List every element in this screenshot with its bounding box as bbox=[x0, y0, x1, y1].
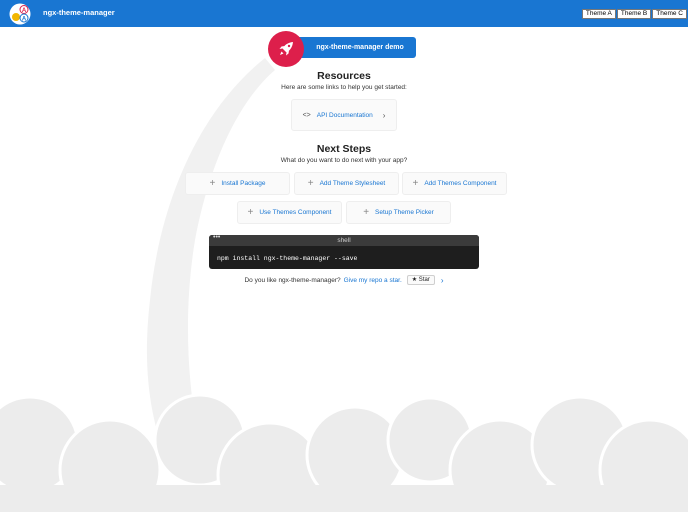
setup-theme-picker-label: Setup Theme Picker bbox=[375, 209, 434, 216]
api-documentation-card[interactable]: <> API Documentation › bbox=[291, 99, 397, 131]
theme-b-button[interactable]: Theme B bbox=[616, 9, 652, 19]
star-prompt-text: Do you like ngx-theme-manager? bbox=[244, 276, 341, 284]
rocket-badge bbox=[268, 31, 304, 67]
install-package-label: Install Package bbox=[221, 180, 266, 187]
next-steps-subtitle: What do you want to do next with your ap… bbox=[280, 157, 408, 164]
next-steps-title: Next Steps bbox=[316, 143, 372, 155]
terminal: ••• shell npm install ngx-theme-manager … bbox=[209, 235, 479, 269]
chevron-right-icon: › bbox=[382, 110, 386, 120]
plus-icon: + bbox=[307, 177, 314, 189]
give-star-link[interactable]: Give my repo a star. bbox=[344, 277, 402, 284]
app-logo-icon: A A bbox=[9, 3, 31, 25]
chevron-right-icon: › bbox=[440, 275, 444, 285]
plus-icon: + bbox=[209, 177, 216, 189]
plus-icon: + bbox=[412, 177, 419, 189]
theme-c-button[interactable]: Theme C bbox=[652, 9, 687, 19]
rocket-icon bbox=[279, 42, 293, 56]
plus-icon: + bbox=[247, 206, 254, 218]
add-theme-stylesheet-label: Add Theme Stylesheet bbox=[319, 180, 386, 187]
add-themes-component-label: Add Themes Component bbox=[424, 180, 497, 187]
theme-switcher: Theme A Theme B Theme C bbox=[581, 9, 687, 19]
terminal-title: shell bbox=[337, 237, 351, 244]
use-themes-component-label: Use Themes Component bbox=[259, 209, 332, 216]
api-documentation-label: API Documentation bbox=[316, 111, 373, 119]
toolbar: A A ngx-theme-manager Theme A Theme B Th… bbox=[0, 0, 688, 27]
code-icon: <> bbox=[302, 111, 311, 119]
use-themes-component-card[interactable]: + Use Themes Component bbox=[237, 201, 342, 224]
app-title: ngx-theme-manager bbox=[43, 8, 115, 17]
resources-title: Resources bbox=[317, 70, 371, 82]
star-prompt: Do you like ngx-theme-manager? Give my r… bbox=[0, 275, 688, 285]
install-package-card[interactable]: + Install Package bbox=[185, 172, 290, 195]
theme-a-button[interactable]: Theme A bbox=[581, 9, 616, 19]
terminal-title-bar: ••• shell bbox=[209, 235, 479, 246]
terminal-command: npm install ngx-theme-manager --save bbox=[217, 255, 358, 262]
svg-text:A: A bbox=[22, 16, 27, 22]
svg-text:A: A bbox=[22, 8, 27, 14]
add-themes-component-card[interactable]: + Add Themes Component bbox=[402, 172, 507, 195]
add-theme-stylesheet-card[interactable]: + Add Theme Stylesheet bbox=[294, 172, 399, 195]
setup-theme-picker-card[interactable]: + Setup Theme Picker bbox=[346, 201, 451, 224]
resources-subtitle: Here are some links to help you get star… bbox=[281, 84, 407, 91]
star-button[interactable]: ★ Star bbox=[406, 275, 435, 285]
plus-icon: + bbox=[363, 206, 370, 218]
